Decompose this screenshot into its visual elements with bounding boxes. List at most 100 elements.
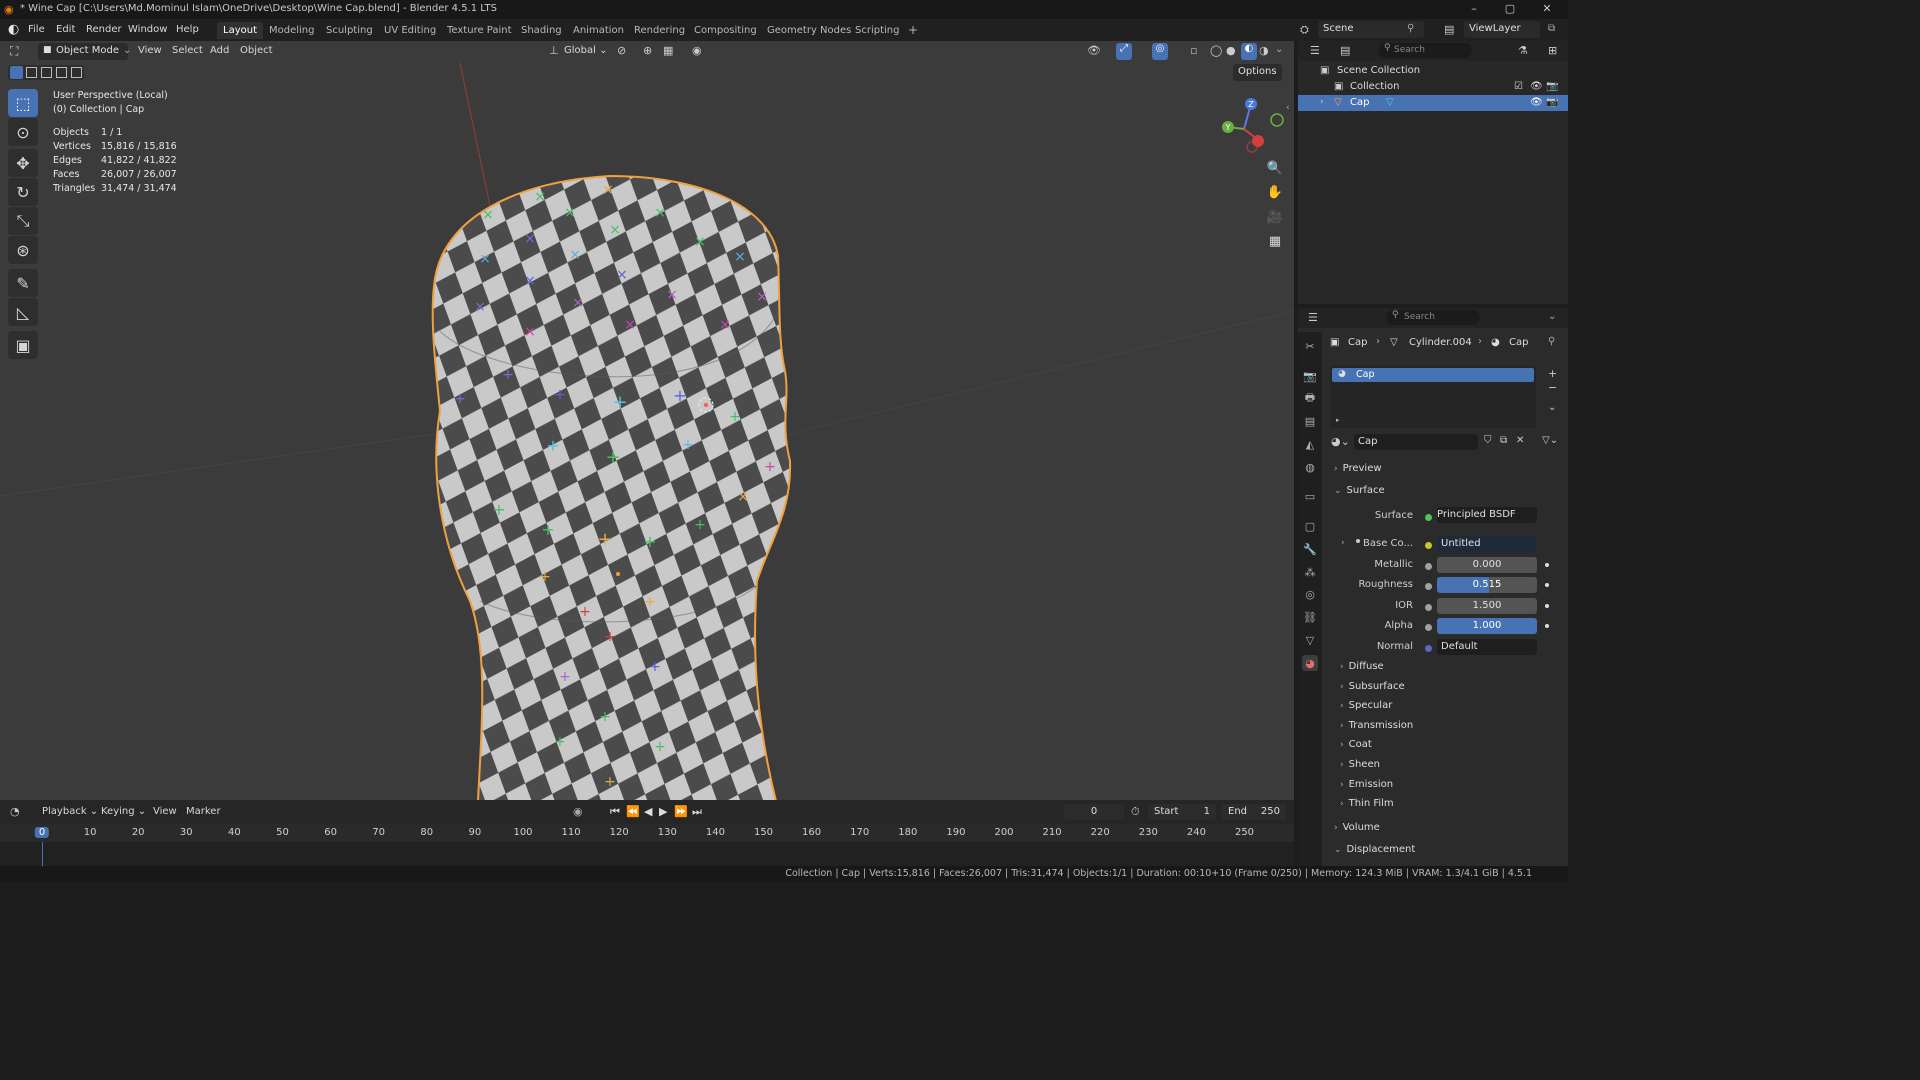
minimize-button[interactable]: – [1464, 2, 1484, 15]
tab-shading[interactable]: Shading [515, 22, 568, 39]
menu-view[interactable]: View [153, 806, 177, 817]
output-tab-icon[interactable]: 🖶 [1302, 390, 1318, 406]
tab-scripting[interactable]: Scripting [849, 22, 905, 39]
eye-icon[interactable]: 👁 [1530, 81, 1543, 92]
ortho-toggle-button[interactable]: ▦ [1264, 230, 1286, 252]
menu-select[interactable]: Select [172, 45, 203, 56]
tab-compositing[interactable]: Compositing [688, 22, 763, 39]
collapse-sidebar-icon[interactable]: ‹ [1286, 103, 1290, 113]
timeline-editor[interactable]: ◔ Playback ⌄ Keying ⌄ View Marker ◉ ⏮ ⏪ … [0, 800, 1294, 866]
keyframe-dot-icon[interactable] [1545, 604, 1549, 608]
render-camera-icon[interactable]: 📷 [1546, 97, 1558, 108]
collection-tab-icon[interactable]: ▭ [1302, 488, 1318, 504]
auto-key-icon[interactable]: ◉ [573, 805, 583, 818]
tab-uv-editing[interactable]: UV Editing [378, 22, 442, 39]
options-dropdown[interactable]: Options [1233, 64, 1282, 81]
end-frame-field[interactable]: End 250 [1222, 804, 1286, 820]
menu-object[interactable]: Object [240, 45, 273, 56]
scale-tool[interactable]: ⤡ [8, 207, 38, 235]
rendered-shading-icon[interactable]: ◑ [1259, 44, 1269, 57]
base-color-field[interactable]: Untitled [1437, 536, 1537, 552]
play-reverse-icon[interactable]: ◀ [644, 805, 652, 818]
keyframe-dot-icon[interactable] [1545, 624, 1549, 628]
expand-chevron-icon[interactable]: › [1320, 97, 1324, 107]
pan-button[interactable]: ✋ [1264, 181, 1286, 203]
roughness-field[interactable]: 0.515 [1437, 577, 1537, 593]
alpha-field[interactable]: 1.000 [1437, 618, 1537, 634]
measure-tool[interactable]: ◺ [8, 298, 38, 326]
snap-icon[interactable]: ⊕ [643, 44, 652, 57]
pin-icon[interactable]: ⚲ [1407, 23, 1414, 34]
new-view-layer-icon[interactable]: ⧉ [1548, 23, 1555, 34]
keyframe-dot-icon[interactable] [1545, 583, 1549, 587]
menu-keying[interactable]: Keying ⌄ [101, 806, 146, 817]
move-tool[interactable]: ✥ [8, 149, 38, 177]
cursor-tool[interactable]: ⊙ [8, 118, 38, 146]
menu-add[interactable]: Add [210, 45, 229, 56]
material-name-field[interactable]: Cap [1354, 434, 1478, 450]
section-surface[interactable]: ⌄ Surface [1334, 485, 1385, 496]
timeline-ruler[interactable]: 0 10 20 30 40 50 60 70 80 90 100 110 120 130 140 150 160… [0, 824, 1294, 842]
render-tab-icon[interactable]: 📷 [1302, 368, 1318, 384]
menu-edit[interactable]: Edit [56, 24, 75, 35]
outliner-search-input[interactable]: Search [1378, 43, 1472, 58]
remove-slot-icon[interactable]: − [1548, 381, 1557, 394]
section-volume[interactable]: › Volume [1334, 822, 1380, 833]
xray-icon[interactable]: ▫ [1190, 44, 1197, 57]
clock-icon[interactable]: ◔ [10, 805, 20, 818]
orientation-dropdown[interactable]: Global ⌄ [564, 45, 607, 56]
visibility-icon[interactable]: 👁 [1087, 44, 1101, 57]
tab-modeling[interactable]: Modeling [263, 22, 321, 39]
material-shading-icon[interactable]: ◐ [1241, 43, 1257, 60]
pivot-icon[interactable]: ⊘ [617, 44, 626, 57]
annotate-tool[interactable]: ✎ [8, 269, 38, 297]
jump-end-icon[interactable]: ⏭ [692, 805, 702, 819]
add-slot-icon[interactable]: + [1548, 367, 1557, 380]
outliner-row-collection[interactable]: ▣ Collection ☑ 👁 📷 [1298, 79, 1568, 95]
proportional-edit-icon[interactable]: ◉ [692, 44, 702, 57]
display-mode-icon[interactable]: ▤ [1340, 44, 1350, 57]
unlink-icon[interactable]: ✕ [1516, 435, 1524, 446]
properties-editor[interactable]: ☰ Search ⚲ ⌄ ✂ 📷 🖶 ▤ ◭ ◍ ▭ ▢ 🔧 ⁂ ◎ ⛓ ▽ ◕… [1298, 308, 1568, 866]
filter-icon[interactable]: ⚗ [1518, 44, 1528, 57]
tab-layout[interactable]: Layout [217, 22, 263, 39]
fake-user-icon[interactable]: ⛉ [1484, 435, 1492, 446]
shading-options-icon[interactable]: ⌄ [1275, 44, 1283, 55]
properties-search-input[interactable]: Search [1386, 310, 1480, 325]
select-box-tool[interactable]: ⬚ [8, 89, 38, 117]
subsection-subsurface[interactable]: › Subsurface [1340, 681, 1405, 692]
modifier-tab-icon[interactable]: 🔧 [1302, 541, 1318, 557]
subsection-specular[interactable]: › Specular [1340, 700, 1392, 711]
prev-keyframe-icon[interactable]: ⏪ [626, 805, 640, 818]
start-frame-field[interactable]: Start 1 [1148, 804, 1216, 820]
rotate-tool[interactable]: ↻ [8, 178, 38, 206]
section-displacement[interactable]: ⌄ Displacement [1334, 844, 1415, 855]
overlay-toggle-icon[interactable]: ◎ [1152, 43, 1168, 60]
wireframe-shading-icon[interactable]: ◯ [1210, 44, 1222, 57]
options-chevron-icon[interactable]: ⌄ [1548, 311, 1556, 322]
browse-material-icon[interactable]: ◕⌄ [1331, 435, 1350, 448]
select-new-icon[interactable] [10, 66, 23, 79]
editor-type-icon[interactable]: ☰ [1310, 44, 1320, 57]
add-workspace-button[interactable]: + [902, 20, 924, 37]
new-collection-icon[interactable]: ⊞ [1548, 44, 1557, 57]
select-extend-icon[interactable] [26, 67, 37, 78]
render-camera-icon[interactable]: 📷 [1546, 81, 1558, 92]
keyframe-dot-icon[interactable] [1545, 563, 1549, 567]
physics-tab-icon[interactable]: ◎ [1302, 586, 1318, 602]
camera-view-button[interactable]: 🎥 [1264, 206, 1286, 228]
menu-help[interactable]: Help [176, 24, 199, 35]
tab-rendering[interactable]: Rendering [628, 22, 691, 39]
slot-menu-icon[interactable]: ⌄ [1548, 402, 1556, 413]
gizmo-toggle-icon[interactable]: ⤢ [1116, 43, 1132, 60]
jump-start-icon[interactable]: ⏮ [610, 805, 620, 819]
tool-tab-icon[interactable]: ✂ [1302, 338, 1318, 354]
snap-target-icon[interactable]: ▦ [663, 44, 673, 57]
world-tab-icon[interactable]: ◍ [1302, 459, 1318, 475]
data-tab-icon[interactable]: ▽ [1302, 632, 1318, 648]
outliner-row-cap[interactable]: › ▽ Cap ▽ 👁 📷 [1298, 95, 1568, 111]
solid-shading-icon[interactable]: ● [1226, 44, 1236, 57]
checkbox-icon[interactable]: ☑ [1514, 81, 1523, 92]
section-preview[interactable]: › Preview [1334, 463, 1382, 474]
duplicate-icon[interactable]: ⧉ [1500, 435, 1507, 446]
